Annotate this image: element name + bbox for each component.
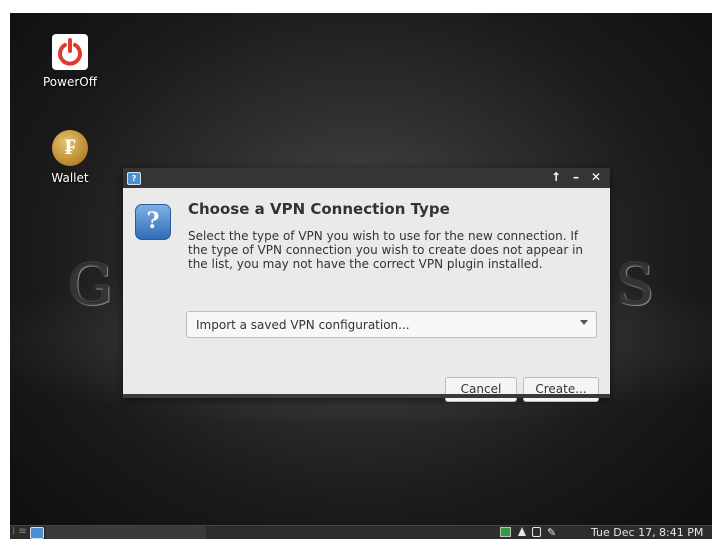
desktop-icon-wallet[interactable]: ₣ Wallet — [30, 130, 110, 185]
battery-icon[interactable] — [532, 527, 541, 537]
brush-icon[interactable]: ✎ — [547, 526, 556, 539]
desktop-icon-poweroff[interactable]: PowerOff — [30, 34, 110, 89]
question-icon: ? — [135, 204, 171, 240]
maximize-button[interactable]: ↑ — [548, 170, 564, 184]
cancel-button[interactable]: Cancel — [445, 377, 517, 402]
wallpaper-letter: G — [68, 253, 113, 318]
notification-bell-icon[interactable] — [518, 527, 526, 536]
create-button[interactable]: Create... — [523, 377, 599, 402]
vpn-type-dialog: ? ↑ – ✕ ? Choose a VPN Connection Type S… — [123, 168, 610, 402]
chevron-down-icon — [580, 320, 588, 325]
taskbar-window-list[interactable] — [46, 526, 206, 539]
desktop-icon-label: Wallet — [51, 171, 89, 185]
clock[interactable]: Tue Dec 17, 8:41 PM — [591, 526, 703, 539]
power-icon — [52, 34, 88, 70]
dialog-bottom-border — [123, 394, 610, 398]
menu-button[interactable]: ⁞ ≡ — [12, 526, 27, 537]
wallet-icon: ₣ — [52, 130, 88, 166]
dialog-description: Select the type of VPN you wish to use f… — [188, 229, 584, 271]
desktop-icon-label: PowerOff — [43, 75, 97, 89]
dialog-titlebar[interactable]: ? ↑ – ✕ — [123, 168, 610, 188]
minimize-button[interactable]: – — [568, 170, 584, 184]
dialog-body: ? Choose a VPN Connection Type Select th… — [123, 188, 610, 402]
close-button[interactable]: ✕ — [588, 170, 604, 184]
network-manager-icon: ? — [127, 172, 141, 185]
dialog-heading: Choose a VPN Connection Type — [188, 200, 450, 218]
vpn-type-selected: Import a saved VPN configuration... — [196, 318, 410, 332]
wallpaper-letter: S — [616, 253, 655, 318]
taskbar: ⁞ ≡ ✎ Tue Dec 17, 8:41 PM — [10, 525, 712, 539]
taskbar-app-icon[interactable] — [30, 527, 44, 539]
vpn-type-dropdown[interactable]: Import a saved VPN configuration... — [186, 311, 597, 338]
network-status-icon[interactable] — [500, 527, 511, 537]
